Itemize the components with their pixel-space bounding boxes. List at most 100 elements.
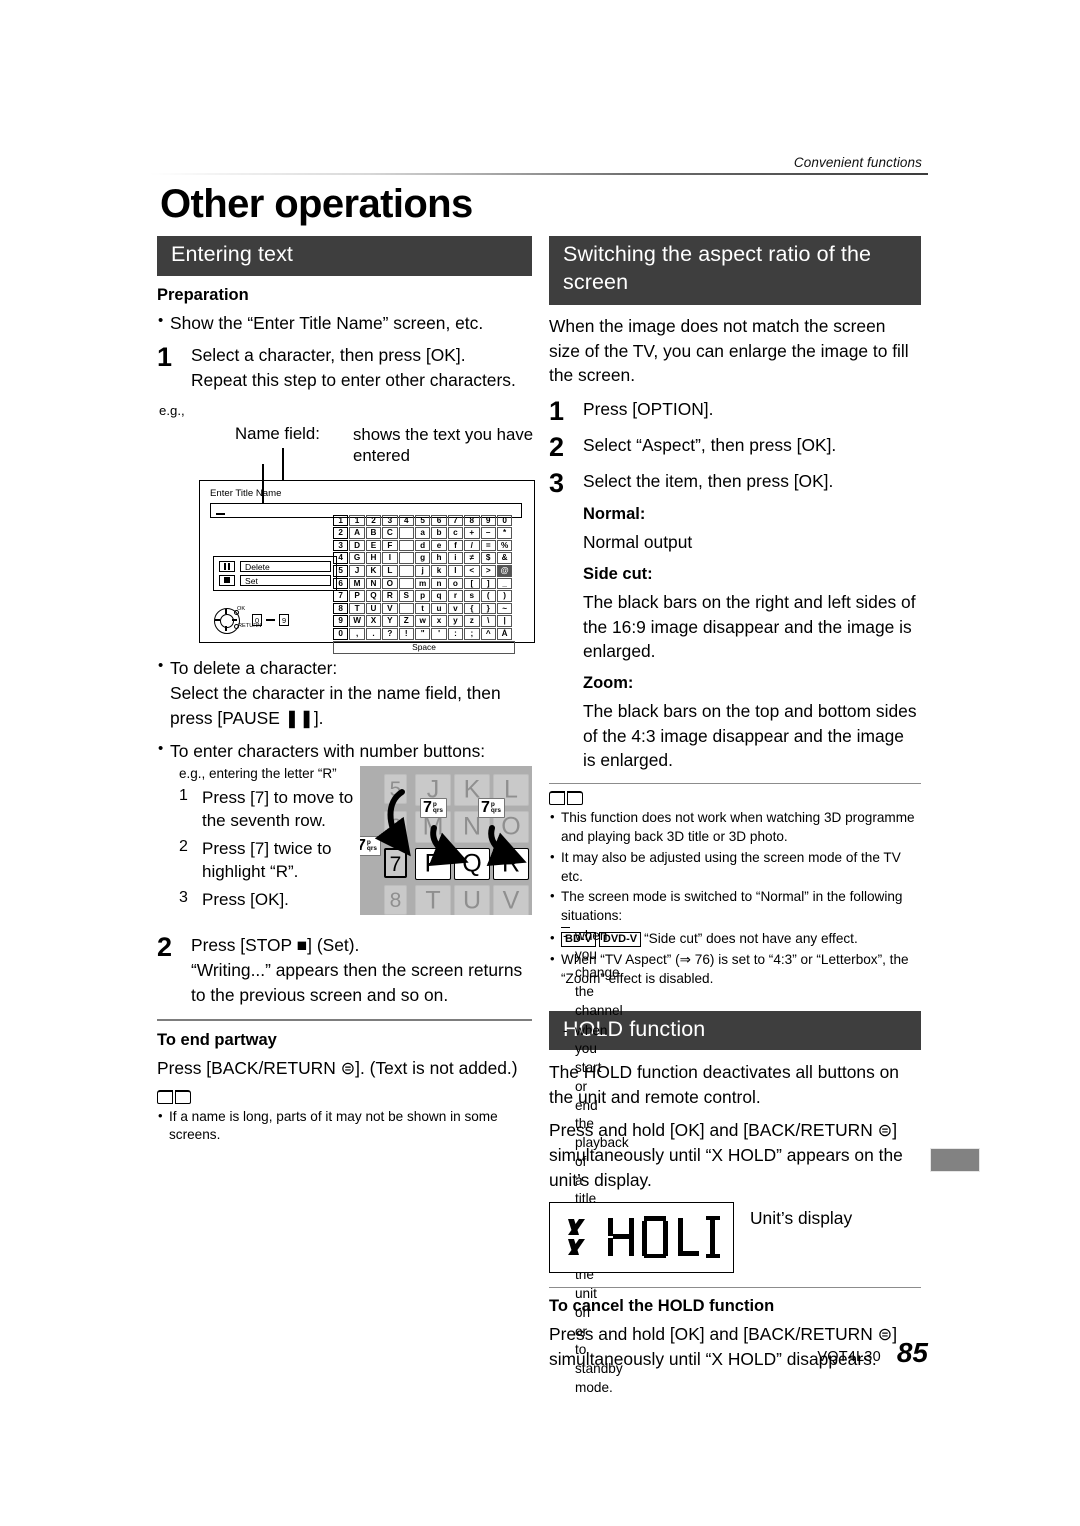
character-grid-cell[interactable]: L <box>382 565 398 577</box>
keypad-letter-R[interactable]: R <box>493 848 529 880</box>
character-grid-cell[interactable]: D <box>349 539 365 552</box>
character-grid-cell[interactable]: , <box>349 627 365 640</box>
character-grid-cell[interactable]: h <box>431 552 447 564</box>
character-grid-cell[interactable]: + <box>464 527 480 539</box>
character-grid-cell[interactable]: I <box>382 552 398 564</box>
keypad-letter-T[interactable]: T <box>415 885 451 915</box>
character-grid-cell[interactable]: 6 <box>431 514 447 527</box>
character-grid-cell[interactable]: G <box>349 552 365 564</box>
character-grid-cell[interactable]: ~ <box>496 602 513 615</box>
character-grid-cell[interactable]: ; <box>464 627 480 640</box>
character-grid-cell[interactable]: 7 <box>447 514 464 527</box>
character-grid-cell[interactable]: n <box>431 577 447 590</box>
character-grid-cell[interactable]: X <box>365 615 382 627</box>
keypad-letter-V[interactable]: V <box>493 885 529 915</box>
character-grid-space-key[interactable]: Space <box>333 641 515 654</box>
character-grid-cell[interactable]: – <box>480 527 496 539</box>
character-grid-cell[interactable]: ' <box>431 627 447 640</box>
character-grid-cell[interactable]: Y <box>382 615 398 627</box>
character-grid-cell[interactable]: p <box>414 590 431 602</box>
character-grid-cell[interactable]: u <box>431 602 447 615</box>
keypad-letter-P[interactable]: P <box>415 848 451 880</box>
character-grid-row-label[interactable]: 1 <box>333 514 349 527</box>
character-grid-cell[interactable]: < <box>464 565 480 577</box>
character-grid-cell[interactable]: 4 <box>398 514 414 527</box>
character-grid-cell[interactable]: j <box>414 565 431 577</box>
character-grid-row-label[interactable]: 5 <box>333 565 349 577</box>
character-grid-cell[interactable] <box>398 539 414 552</box>
character-grid-cell[interactable]: { <box>464 602 480 615</box>
character-grid-cell[interactable]: : <box>447 627 464 640</box>
character-grid-row-label[interactable]: 9 <box>333 615 349 627</box>
character-grid-cell[interactable]: % <box>496 539 513 552</box>
keypad-letter-Q[interactable]: Q <box>454 848 490 880</box>
character-grid-row-label[interactable]: 6 <box>333 577 349 590</box>
character-grid-cell[interactable]: ? <box>382 627 398 640</box>
character-grid-cell[interactable]: _ <box>496 577 513 590</box>
character-grid-cell[interactable]: Q <box>365 590 382 602</box>
character-grid-cell[interactable]: g <box>414 552 431 564</box>
character-grid-cell[interactable]: R <box>382 590 398 602</box>
character-grid-cell[interactable]: E <box>365 539 382 552</box>
character-grid-cell[interactable]: 9 <box>480 514 496 527</box>
character-grid-row-label[interactable]: 0 <box>333 627 349 640</box>
character-grid-cell[interactable]: b <box>431 527 447 539</box>
character-grid-cell[interactable]: r <box>447 590 464 602</box>
character-grid-cell[interactable]: w <box>414 615 431 627</box>
character-grid-cell[interactable]: Z <box>398 615 414 627</box>
character-grid-cell[interactable]: / <box>464 539 480 552</box>
character-grid-row-label[interactable]: 3 <box>333 539 349 552</box>
character-grid-cell[interactable]: W <box>349 615 365 627</box>
character-grid-row-label[interactable]: 4 <box>333 552 349 564</box>
character-grid-cell[interactable]: 8 <box>464 514 480 527</box>
character-grid-cell[interactable]: \ <box>480 615 496 627</box>
character-grid-row-label[interactable]: 8 <box>333 602 349 615</box>
character-grid-cell[interactable]: À <box>496 627 513 640</box>
character-grid-cell[interactable]: z <box>464 615 480 627</box>
character-grid-cell[interactable]: } <box>480 602 496 615</box>
character-grid-cell[interactable]: [ <box>464 577 480 590</box>
character-grid-cell[interactable]: * <box>496 527 513 539</box>
character-grid-cell[interactable] <box>398 577 414 590</box>
keypad-number-8[interactable]: 8 <box>384 885 407 915</box>
character-grid-cell[interactable] <box>398 602 414 615</box>
character-grid-cell[interactable]: v <box>447 602 464 615</box>
character-grid-cell[interactable]: & <box>496 552 513 564</box>
character-grid-cell[interactable]: | <box>496 615 513 627</box>
keypad-number-6[interactable]: 6 <box>384 811 407 841</box>
keypad-number-5[interactable]: 5 <box>384 774 407 804</box>
character-grid-cell[interactable]: U <box>365 602 382 615</box>
character-grid-cell[interactable]: l <box>447 565 464 577</box>
character-grid-cell[interactable]: ^ <box>480 627 496 640</box>
character-grid-cell[interactable]: C <box>382 527 398 539</box>
character-grid-cell[interactable]: " <box>414 627 431 640</box>
character-grid-cell[interactable]: 1 <box>349 514 365 527</box>
character-grid-cell[interactable]: O <box>382 577 398 590</box>
character-grid-cell[interactable]: y <box>447 615 464 627</box>
character-grid-cell[interactable]: 3 <box>382 514 398 527</box>
character-grid-cell[interactable]: @ <box>496 565 513 577</box>
character-grid-cell[interactable]: S <box>398 590 414 602</box>
character-grid-cell[interactable]: P <box>349 590 365 602</box>
character-grid-cell[interactable]: M <box>349 577 365 590</box>
character-grid-cell[interactable]: $ <box>480 552 496 564</box>
character-grid-cell[interactable]: s <box>464 590 480 602</box>
character-grid-cell[interactable]: H <box>365 552 382 564</box>
character-grid-cell[interactable]: F <box>382 539 398 552</box>
character-grid-cell[interactable]: e <box>431 539 447 552</box>
character-grid-cell[interactable]: 0 <box>496 514 513 527</box>
character-grid-cell[interactable]: T <box>349 602 365 615</box>
character-grid-cell[interactable]: x <box>431 615 447 627</box>
character-grid-cell[interactable]: i <box>447 552 464 564</box>
character-grid-cell[interactable]: q <box>431 590 447 602</box>
character-grid-cell[interactable]: ( <box>480 590 496 602</box>
character-grid-cell[interactable]: o <box>447 577 464 590</box>
character-grid-cell[interactable]: ≠ <box>464 552 480 564</box>
character-grid-cell[interactable]: . <box>365 627 382 640</box>
character-grid-cell[interactable]: ) <box>496 590 513 602</box>
character-grid-row-label[interactable]: 2 <box>333 527 349 539</box>
keypad-number-7[interactable]: 7 <box>384 848 407 878</box>
character-grid-cell[interactable] <box>398 552 414 564</box>
character-grid-cell[interactable]: ! <box>398 627 414 640</box>
character-grid-cell[interactable]: c <box>447 527 464 539</box>
